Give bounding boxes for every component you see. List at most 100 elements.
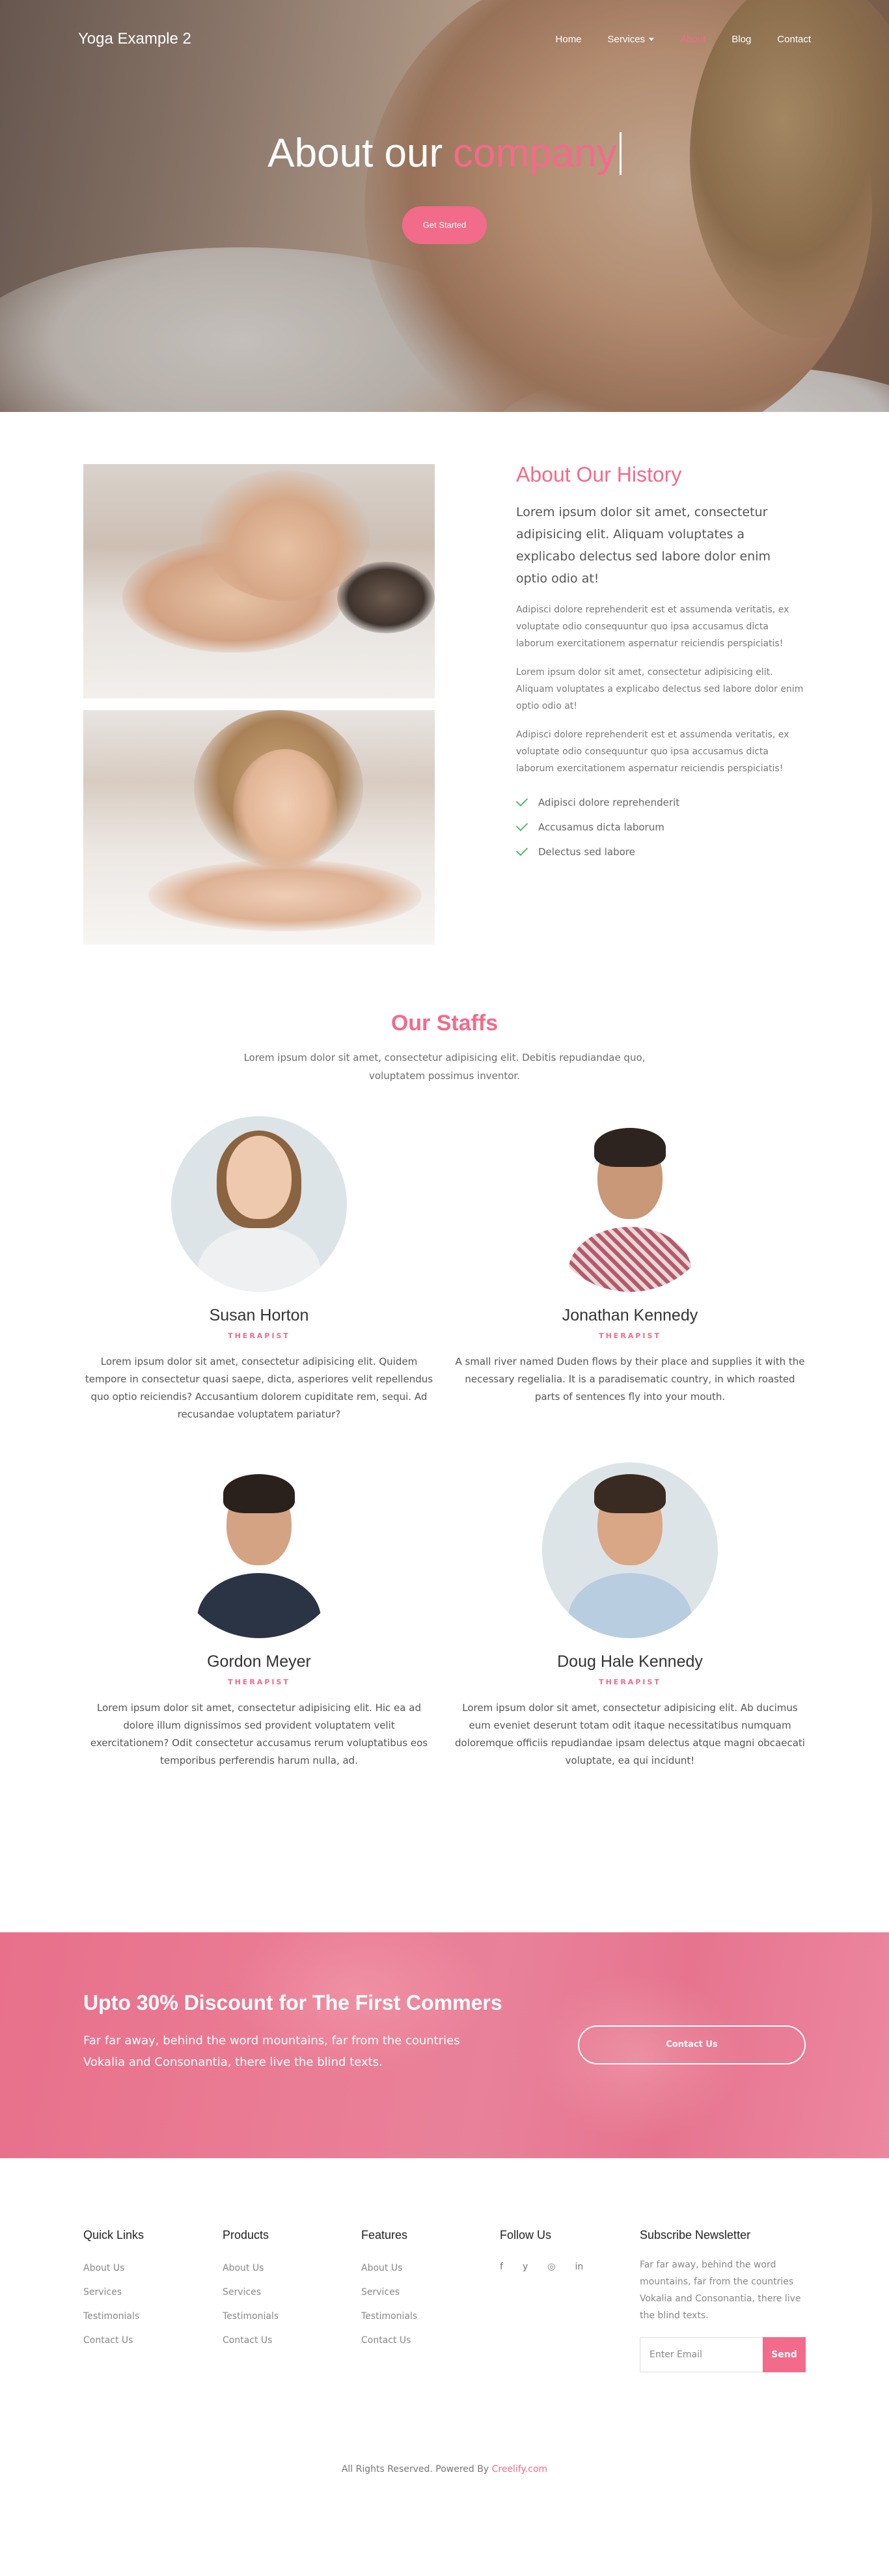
newsletter-text: Far far away, behind the word mountains,… xyxy=(640,2260,801,2321)
top-navbar: Yoga Example 2 Home Services About Blog … xyxy=(0,0,889,78)
instagram-icon[interactable]: ◎ xyxy=(547,2262,555,2272)
nav-item-label: Contact xyxy=(777,33,811,45)
about-paragraph: Lorem ipsum dolor sit amet, consectetur … xyxy=(516,667,804,711)
checklist-label: Adipisci dolore reprehenderit xyxy=(538,797,680,808)
footer-link[interactable]: Services xyxy=(223,2281,279,2305)
checklist-label: Delectus sed labore xyxy=(538,846,635,858)
staff-card: Susan Horton THERAPIST Lorem ipsum dolor… xyxy=(83,1116,435,1423)
footer-link-list: About Us Services Testimonials Contact U… xyxy=(83,2256,144,2353)
nav-item-contact[interactable]: Contact xyxy=(777,34,811,45)
footer-link[interactable]: Contact Us xyxy=(223,2329,279,2353)
staff-name: Susan Horton xyxy=(209,1306,309,1324)
staff-role: THERAPIST xyxy=(599,1332,661,1340)
email-input[interactable] xyxy=(640,2337,763,2372)
hero-section: Yoga Example 2 Home Services About Blog … xyxy=(0,0,889,412)
linkedin-icon[interactable]: in xyxy=(575,2262,583,2272)
twitter-icon[interactable]: y xyxy=(523,2262,528,2272)
staff-bio: Lorem ipsum dolor sit amet, consectetur … xyxy=(85,1356,433,1420)
staff-role: THERAPIST xyxy=(599,1678,661,1686)
nav-item-about[interactable]: About xyxy=(680,34,705,45)
footer-link[interactable]: Contact Us xyxy=(361,2329,417,2353)
site-logo[interactable]: Yoga Example 2 xyxy=(78,30,191,48)
hero-title-plain: About our xyxy=(267,131,443,176)
footer-column-products: Products About Us Services Testimonials … xyxy=(223,2228,279,2353)
avatar-hair xyxy=(223,1474,295,1513)
footer-link-list: About Us Services Testimonials Contact U… xyxy=(223,2256,279,2353)
about-section: About Our History Lorem ipsum dolor sit … xyxy=(0,412,889,972)
staff-avatar xyxy=(171,1462,347,1638)
footer-link[interactable]: Services xyxy=(83,2281,144,2305)
nav-item-blog[interactable]: Blog xyxy=(732,34,751,45)
discount-banner: Upto 30% Discount for The First Commers … xyxy=(0,1932,889,2158)
staff-name: Gordon Meyer xyxy=(207,1652,311,1671)
hero-title: About our company xyxy=(267,130,622,176)
checklist-item: Adipisci dolore reprehenderit xyxy=(515,790,806,815)
contact-us-button[interactable]: Contact Us xyxy=(578,2025,806,2064)
nav-item-label: Services xyxy=(607,33,646,45)
avatar-body xyxy=(197,1573,321,1638)
footer-column-title: Quick Links xyxy=(83,2228,144,2241)
check-icon xyxy=(515,843,528,856)
checklist-item: Delectus sed labore xyxy=(515,840,806,864)
check-icon xyxy=(515,819,528,832)
avatar-body xyxy=(568,1227,692,1292)
footer-column-title: Subscribe Newsletter xyxy=(640,2228,751,2241)
photo-detail-arms xyxy=(148,860,422,931)
main-menu: Home Services About Blog Contact xyxy=(556,34,811,45)
copyright-brand-link[interactable]: Creelify.com xyxy=(492,2464,548,2474)
smiling-woman-photo xyxy=(83,710,435,944)
staff-role: THERAPIST xyxy=(228,1332,290,1340)
copyright: All Rights Reserved. Powered By Creelify… xyxy=(0,2464,889,2474)
staff-avatar xyxy=(542,1116,718,1292)
newsletter-form: Send xyxy=(640,2337,806,2372)
about-paragraph: Adipisci dolore reprehenderit est et ass… xyxy=(516,605,789,649)
feature-checklist: Adipisci dolore reprehenderit Accusamus … xyxy=(515,790,806,864)
footer-link-list: About Us Services Testimonials Contact U… xyxy=(361,2256,417,2353)
footer-link[interactable]: Testimonials xyxy=(223,2305,279,2329)
send-button[interactable]: Send xyxy=(763,2337,806,2372)
get-started-button[interactable]: Get Started xyxy=(402,206,487,244)
staff-name: Doug Hale Kennedy xyxy=(557,1652,703,1671)
nav-item-home[interactable]: Home xyxy=(556,34,582,45)
photo-detail-face xyxy=(233,749,337,873)
facebook-icon[interactable]: f xyxy=(500,2262,503,2272)
discount-text: Far far away, behind the word mountains,… xyxy=(83,2034,460,2069)
footer-column-title: Features xyxy=(361,2228,408,2241)
photo-detail-hands xyxy=(200,471,370,601)
staff-avatar xyxy=(171,1116,347,1292)
footer-link[interactable]: Testimonials xyxy=(361,2305,417,2329)
staff-card: Jonathan Kennedy THERAPIST A small river… xyxy=(454,1116,806,1406)
about-text-block: About Our History Lorem ipsum dolor sit … xyxy=(515,463,806,864)
footer-column-follow: Follow Us f y ◎ in xyxy=(500,2228,583,2272)
typing-cursor xyxy=(619,131,622,175)
hero-content: About our company Get Started xyxy=(0,130,889,244)
copyright-text: All Rights Reserved. Powered By xyxy=(341,2464,489,2474)
staff-bio: Lorem ipsum dolor sit amet, consectetur … xyxy=(90,1702,428,1766)
staff-section: Our Staffs Lorem ipsum dolor sit amet, c… xyxy=(0,972,889,1932)
avatar-body xyxy=(568,1573,692,1638)
avatar-body xyxy=(197,1227,321,1292)
footer-link[interactable]: Contact Us xyxy=(83,2329,144,2353)
avatar-head xyxy=(226,1136,292,1219)
nav-item-label: About xyxy=(680,33,706,45)
footer-column-newsletter: Subscribe Newsletter Far far away, behin… xyxy=(640,2228,806,2372)
footer-link[interactable]: Testimonials xyxy=(83,2305,144,2329)
footer-link[interactable]: Services xyxy=(361,2281,417,2305)
site-footer: Quick Links About Us Services Testimonia… xyxy=(0,2158,889,2576)
footer-link[interactable]: About Us xyxy=(223,2256,279,2281)
staff-bio: Lorem ipsum dolor sit amet, consectetur … xyxy=(455,1702,805,1766)
footer-column-title: Products xyxy=(223,2228,269,2241)
staff-role: THERAPIST xyxy=(228,1678,290,1686)
footer-column-title: Follow Us xyxy=(500,2228,552,2241)
hero-title-accent: company xyxy=(453,131,617,176)
nav-item-services[interactable]: Services xyxy=(608,34,655,45)
staff-avatar xyxy=(542,1462,718,1638)
about-paragraph: Adipisci dolore reprehenderit est et ass… xyxy=(516,730,789,774)
footer-link[interactable]: About Us xyxy=(361,2256,417,2281)
footer-link[interactable]: About Us xyxy=(83,2256,144,2281)
nav-item-label: Blog xyxy=(732,33,752,45)
checklist-label: Accusamus dicta laborum xyxy=(538,821,664,833)
chevron-down-icon xyxy=(649,37,655,41)
massage-photo-back xyxy=(83,464,435,698)
avatar-hair xyxy=(594,1474,666,1513)
